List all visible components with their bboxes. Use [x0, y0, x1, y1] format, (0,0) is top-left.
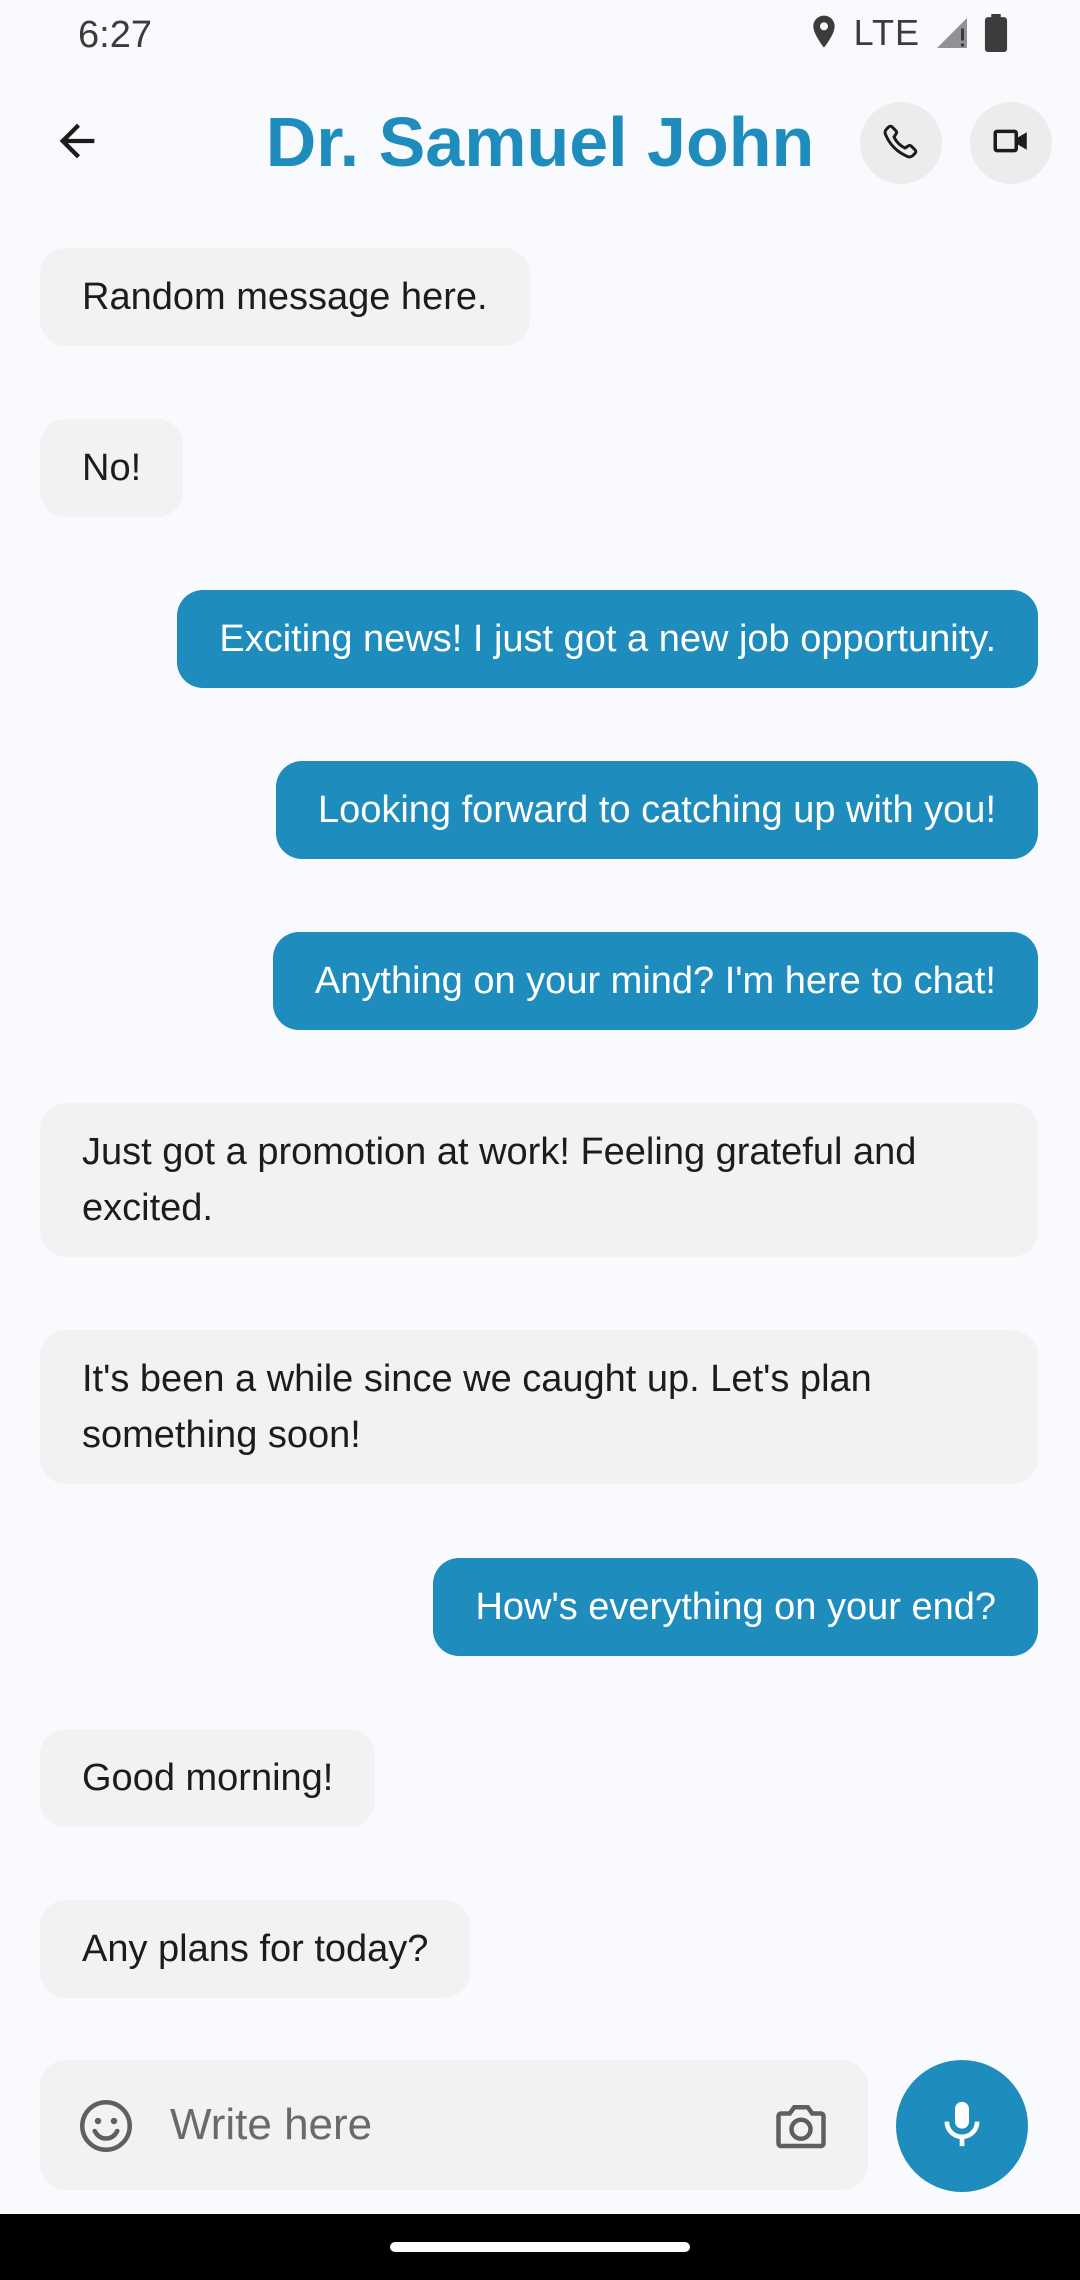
emoji-icon[interactable] — [76, 2096, 136, 2156]
chat-header: Dr. Samuel John — [0, 86, 1080, 200]
message-bubble-incoming[interactable]: Random message here. — [40, 248, 530, 346]
system-navigation-bar — [0, 2214, 1080, 2280]
message-bubble-outgoing[interactable]: Exciting news! I just got a new job oppo… — [177, 590, 1038, 688]
voice-record-button[interactable] — [896, 2060, 1028, 2192]
message-bubble-outgoing[interactable]: How's everything on your end? — [433, 1558, 1038, 1656]
call-button[interactable] — [860, 102, 942, 184]
message-input[interactable] — [170, 2090, 730, 2160]
arrow-left-icon — [51, 115, 103, 172]
back-button[interactable] — [40, 106, 114, 180]
status-bar: 6:27 LTE — [0, 0, 1080, 70]
battery-icon — [984, 14, 1008, 52]
message-bubble-incoming[interactable]: Good morning! — [40, 1729, 376, 1827]
phone-icon — [881, 121, 921, 166]
microphone-icon — [934, 2096, 990, 2157]
network-type: LTE — [853, 12, 920, 53]
message-list: Random message here. No! Exciting news! … — [0, 248, 1080, 2008]
message-bubble-incoming[interactable]: No! — [40, 419, 184, 517]
signal-icon — [934, 15, 970, 51]
camera-icon[interactable] — [770, 2096, 832, 2156]
status-icons: LTE — [808, 12, 1008, 54]
home-indicator[interactable] — [390, 2242, 690, 2252]
message-bubble-outgoing[interactable]: Looking forward to catching up with you! — [275, 761, 1038, 859]
status-time: 6:27 — [78, 14, 152, 56]
contact-name: Dr. Samuel John — [265, 103, 815, 181]
video-call-button[interactable] — [970, 102, 1052, 184]
location-icon — [808, 13, 840, 53]
message-bubble-incoming[interactable]: Just got a promotion at work! Feeling gr… — [40, 1103, 1038, 1257]
video-camera-icon — [990, 120, 1032, 167]
message-bubble-outgoing[interactable]: Anything on your mind? I'm here to chat! — [272, 932, 1038, 1030]
message-bubble-incoming[interactable]: Any plans for today? — [40, 1900, 471, 1998]
message-composer — [40, 2060, 868, 2190]
message-bubble-incoming[interactable]: It's been a while since we caught up. Le… — [40, 1330, 1038, 1484]
